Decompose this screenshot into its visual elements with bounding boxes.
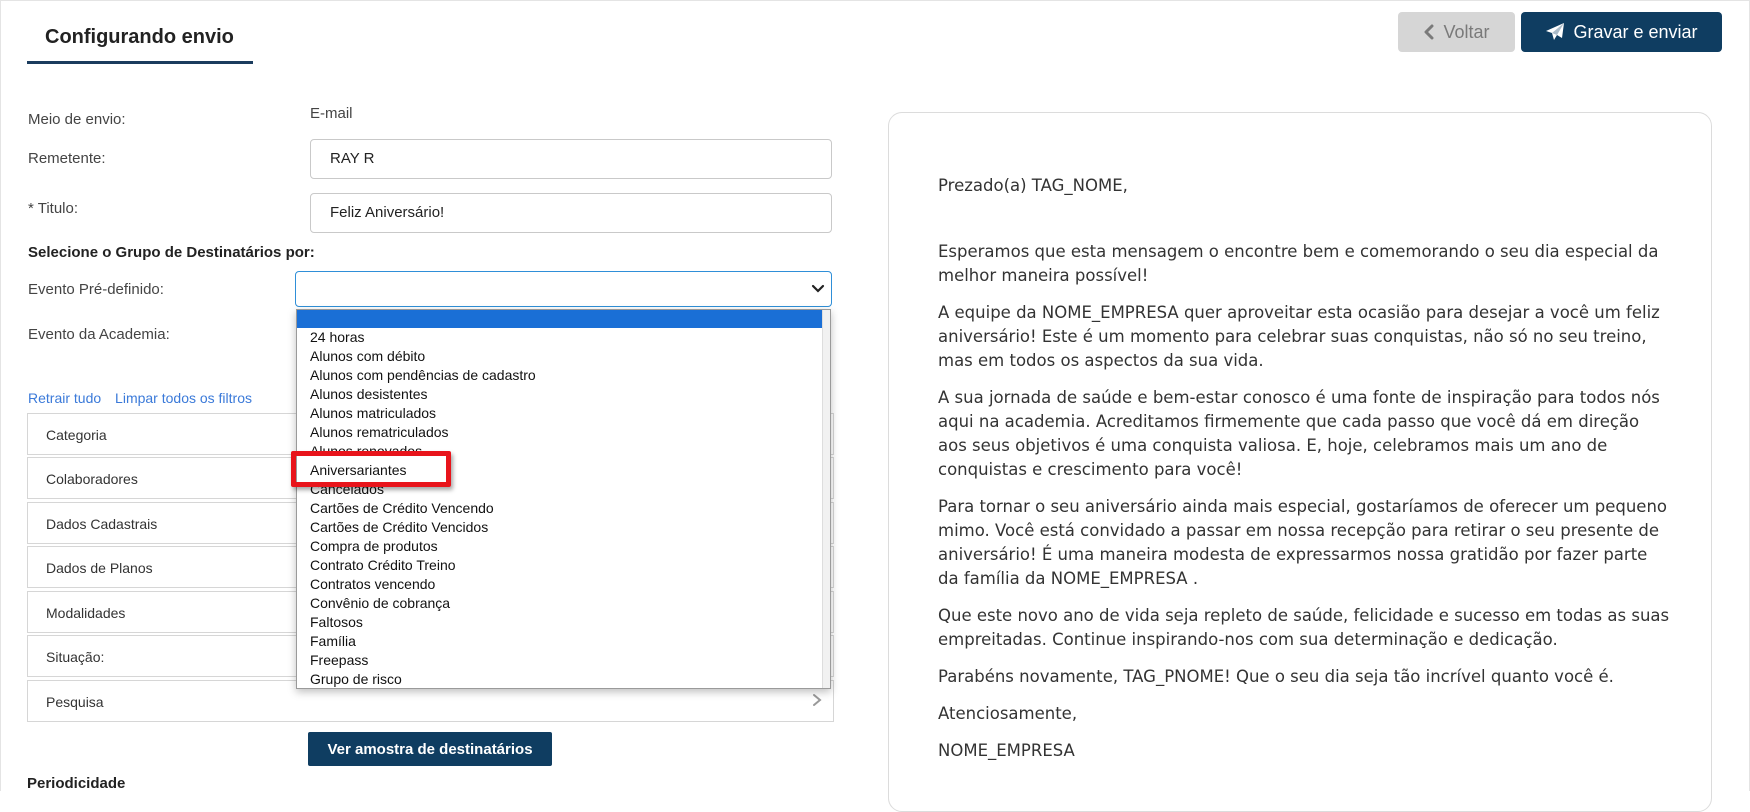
dropdown-selected-blank-option[interactable] (297, 310, 824, 328)
dropdown-option[interactable]: Contrato Crédito Treino (297, 556, 824, 575)
preview-paragraph: A sua jornada de saúde e bem-estar conos… (938, 388, 1660, 479)
preview-paragraph: Para tornar o seu aniversário ainda mais… (938, 497, 1667, 588)
meio-envio-label: Meio de envio: (28, 111, 126, 128)
annotation-highlight-box (291, 451, 451, 487)
evento-predefinido-label: Evento Pré-definido: (28, 281, 164, 298)
chevron-left-icon (1424, 24, 1434, 40)
filter-section-label: Colaboradores (46, 471, 138, 487)
preview-greeting: Prezado(a) TAG_NOME, (938, 176, 1128, 195)
remetente-input[interactable]: RAY R (310, 139, 832, 179)
dropdown-option[interactable]: 24 horas (297, 328, 824, 347)
titulo-label: * Titulo: (28, 200, 79, 217)
dropdown-option[interactable]: Grupo de risco (297, 670, 824, 688)
evento-predefinido-options[interactable]: 24 horas Alunos com débito Alunos com pe… (296, 309, 831, 689)
remetente-label: Remetente: (28, 150, 106, 167)
titulo-input[interactable]: Feliz Aniversário! (310, 193, 832, 233)
back-button[interactable]: Voltar (1398, 12, 1515, 52)
dropdown-option[interactable]: Cartões de Crédito Vencendo (297, 499, 824, 518)
filter-section-label: Dados de Planos (46, 560, 153, 576)
chevron-right-icon (813, 694, 822, 706)
back-button-label: Voltar (1443, 21, 1490, 42)
save-and-send-button[interactable]: Gravar e enviar (1521, 12, 1722, 52)
filter-links: Retrair tudo Limpar todos os filtros (28, 390, 262, 406)
filter-section-label: Categoria (46, 427, 107, 443)
filter-section-label: Dados Cadastrais (46, 516, 158, 532)
preview-spacer (938, 211, 1670, 240)
dropdown-option[interactable]: Alunos desistentes (297, 385, 824, 404)
preview-paragraph: Esperamos que esta mensagem o encontre b… (938, 242, 1659, 285)
limpar-filtros-link[interactable]: Limpar todos os filtros (115, 390, 252, 406)
message-preview-body: Prezado(a) TAG_NOME, Esperamos que esta … (938, 174, 1670, 776)
ver-amostra-button[interactable]: Ver amostra de destinatários (308, 732, 552, 766)
dropdown-scrollbar[interactable] (822, 310, 830, 688)
preview-paragraph: Parabéns novamente, TAG_PNOME! Que o seu… (938, 667, 1614, 686)
dropdown-option[interactable]: Cartões de Crédito Vencidos (297, 518, 824, 537)
dropdown-option[interactable]: Compra de produtos (297, 537, 824, 556)
retrair-tudo-link[interactable]: Retrair tudo (28, 390, 101, 406)
filter-section-label: Situação: (46, 649, 105, 665)
dropdown-option[interactable]: Faltosos (297, 613, 824, 632)
filter-section-label: Modalidades (46, 605, 126, 621)
filter-section-label: Pesquisa (46, 694, 104, 710)
preview-paragraph: A equipe da NOME_EMPRESA quer aproveitar… (938, 303, 1660, 370)
paper-plane-icon (1546, 23, 1565, 40)
grupo-destinatarios-heading: Selecione o Grupo de Destinatários por: (28, 244, 315, 261)
preview-paragraph: Atenciosamente, (938, 704, 1078, 723)
preview-paragraph: Que este novo ano de vida seja repleto d… (938, 606, 1670, 649)
evento-academia-label: Evento da Academia: (28, 326, 170, 343)
meio-envio-value: E-mail (310, 105, 353, 122)
evento-predefinido-select[interactable] (295, 271, 832, 307)
dropdown-option[interactable]: Alunos matriculados (297, 404, 824, 423)
chevron-down-icon (811, 284, 825, 293)
dropdown-option[interactable]: Alunos com débito (297, 347, 824, 366)
dropdown-option[interactable]: Família (297, 632, 824, 651)
dropdown-option[interactable]: Alunos com pendências de cadastro (297, 366, 824, 385)
page-title: Configurando envio (27, 0, 253, 64)
preview-paragraph: NOME_EMPRESA (938, 741, 1075, 760)
dropdown-option[interactable]: Alunos rematriculados (297, 423, 824, 442)
save-and-send-label: Gravar e enviar (1573, 21, 1698, 42)
dropdown-option[interactable]: Freepass (297, 651, 824, 670)
dropdown-option[interactable]: Contratos vencendo (297, 575, 824, 594)
dropdown-option[interactable]: Convênio de cobrança (297, 594, 824, 613)
periodicidade-heading: Periodicidade (27, 775, 126, 792)
